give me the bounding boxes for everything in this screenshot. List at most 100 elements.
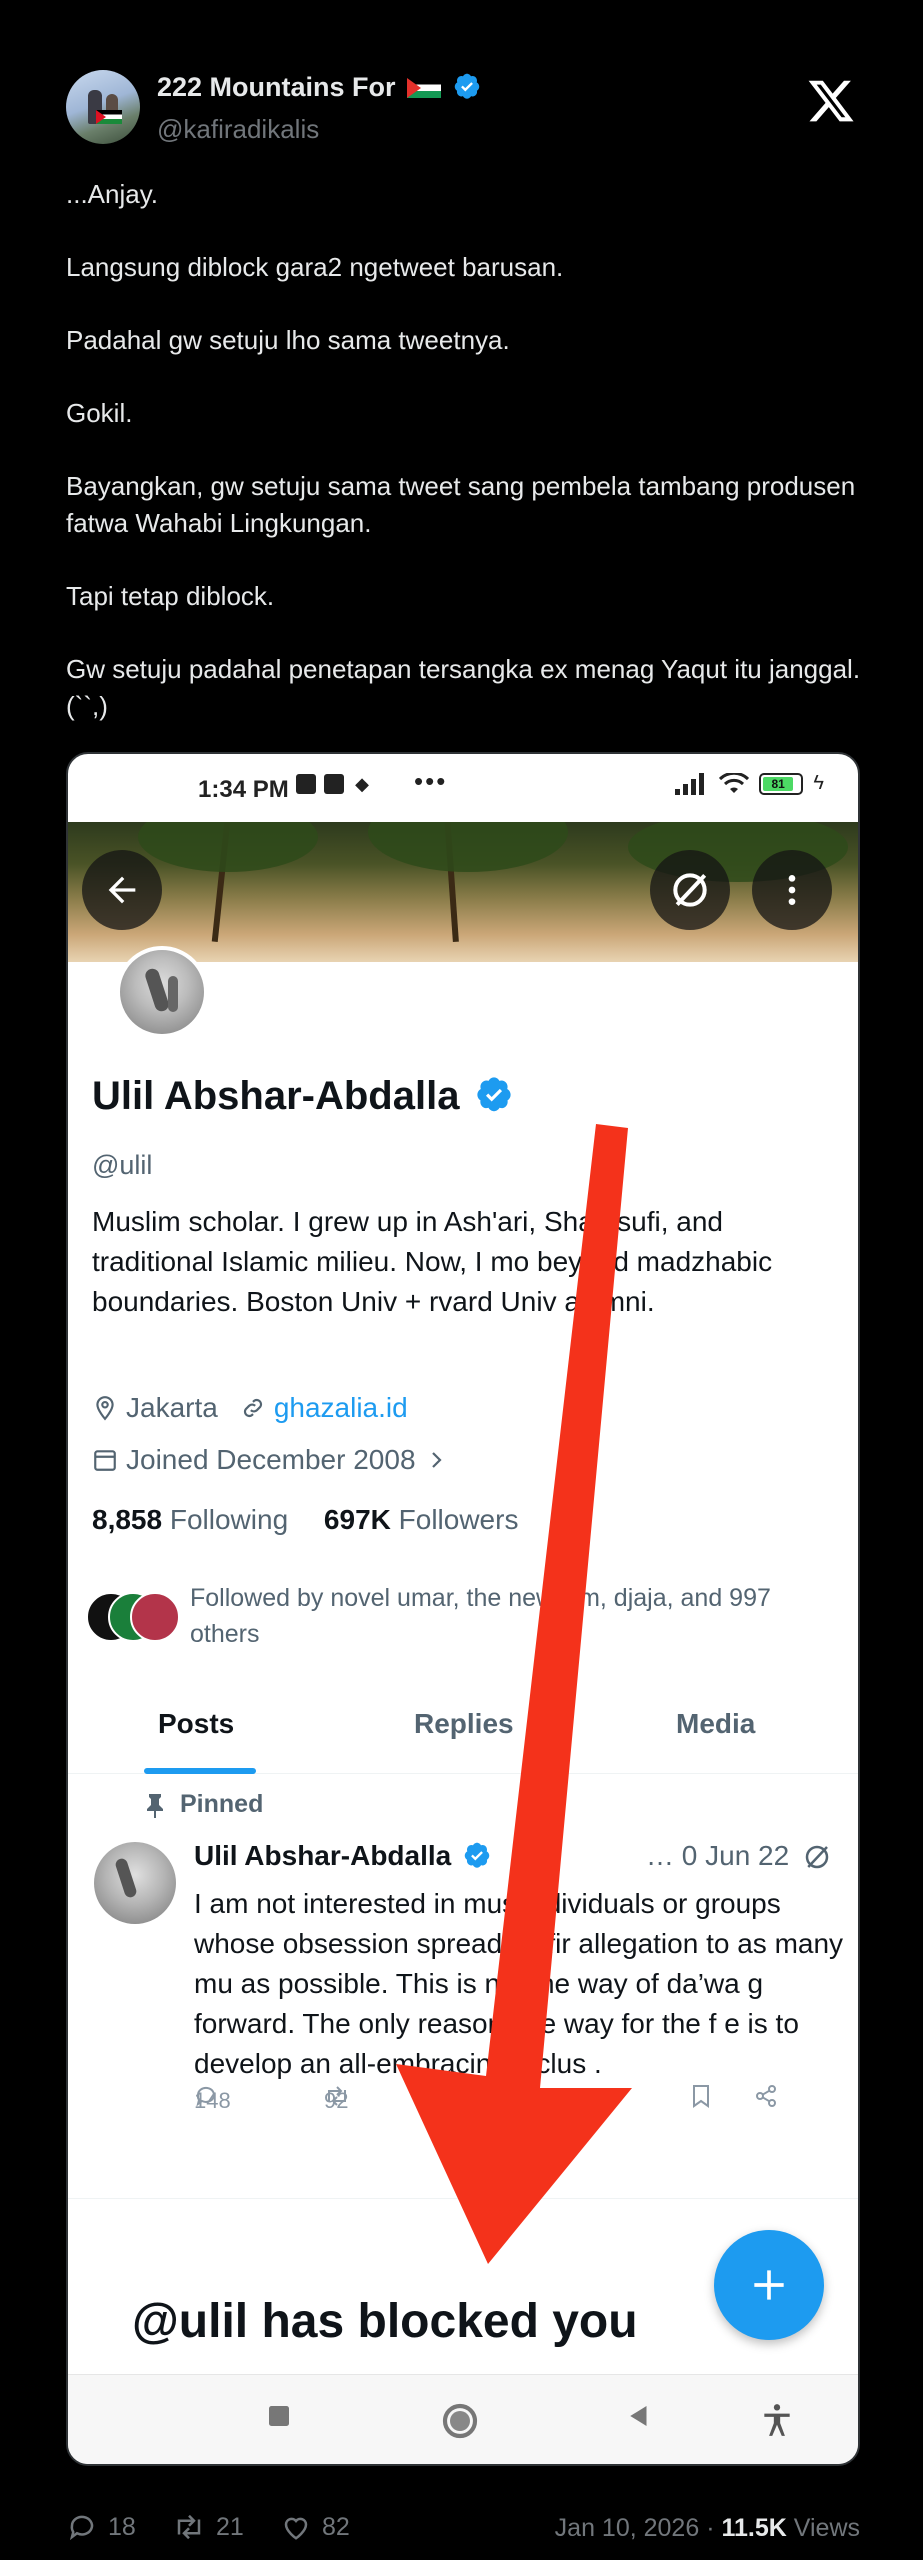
tab-media[interactable]: Media [676, 1708, 755, 1740]
author-handle[interactable]: @kafiradikalis [157, 114, 319, 145]
author-name-text[interactable]: 222 Mountains For [157, 72, 396, 102]
signal-icon [675, 772, 705, 795]
status-right: 81 ϟ [675, 772, 824, 795]
grok-icon [673, 873, 707, 907]
post-body: I am not interested in mus individuals o… [194, 1888, 844, 2079]
active-tab-indicator [144, 1768, 256, 1774]
blocked-message: @ulil has blocked you [132, 2295, 638, 2348]
repost-action[interactable]: 92 [324, 2084, 350, 2113]
tweet-paragraph: Langsung diblock gara2 ngetweet barusan. [66, 252, 564, 282]
embedded-screenshot[interactable]: 1:34 PM ◆ ••• 81 ϟ Ulil Abshar-Abdalla @… [66, 752, 860, 2466]
views-count: 11.5K [721, 2514, 787, 2542]
android-nav-bar [68, 2374, 858, 2464]
post-meta: … 0 Jun 22 [646, 1840, 790, 1871]
verified-badge-icon [454, 73, 479, 99]
tweet-paragraph: ...Anjay. [66, 179, 159, 209]
following-count: 8,858 [92, 1504, 163, 1535]
tweet-paragraph: Bayangkan, gw setuju sama tweet sang pem… [66, 471, 856, 538]
profile-location-row: Jakarta ghazalia.id [92, 1392, 408, 1424]
notification-icons: ◆ [296, 774, 372, 794]
link-icon [243, 1398, 262, 1418]
like-action[interactable]: 82 [280, 2512, 350, 2542]
tweet-paragraph: Padahal gw setuju lho sama tweetnya. [66, 325, 510, 355]
tab-replies[interactable]: Replies [414, 1708, 514, 1740]
repost-icon [177, 2514, 201, 2540]
tweet-header: 222 Mountains For @kafiradikalis [66, 68, 866, 150]
grok-button[interactable] [650, 850, 730, 930]
phone-status-bar: 1:34 PM ◆ ••• 81 ϟ [68, 754, 858, 822]
profile-name: Ulil Abshar-Abdalla [92, 1074, 513, 1119]
followed-by-row[interactable]: Followed by novel umar, the new zim, dja… [86, 1580, 826, 1660]
profile-tabs: Posts Replies Media [68, 1692, 858, 1774]
author-avatar[interactable] [66, 70, 140, 144]
back-triangle-icon[interactable] [624, 2401, 654, 2431]
profile-joined-row[interactable]: Joined December 2008 [92, 1444, 448, 1476]
reply-action[interactable]: 148 [194, 2084, 231, 2113]
separator: · [699, 2514, 722, 2542]
bookmark-action[interactable] [690, 2084, 712, 2108]
profile-location: Jakarta [126, 1392, 218, 1423]
repost-count: 92 [324, 2088, 349, 2113]
accessibility-icon[interactable] [758, 2401, 796, 2439]
trash-icon [296, 774, 316, 794]
tweet-date[interactable]: Jan 10, 2026 [555, 2514, 700, 2542]
compose-post-button[interactable] [714, 2230, 824, 2340]
follow-stats: 8,858 Following 697K Followers [92, 1504, 518, 1536]
home-icon[interactable] [440, 2401, 480, 2441]
battery-icon: 81 [759, 772, 804, 795]
more-vertical-icon [788, 875, 796, 905]
verified-badge-icon [464, 1842, 490, 1868]
following-label: Following [169, 1504, 289, 1535]
grok-icon[interactable] [802, 1842, 832, 1872]
heart-icon [284, 2517, 308, 2540]
profile-bio: Muslim scholar. I grew up in Ash'ari, Sh… [92, 1206, 773, 1317]
profile-banner [68, 822, 858, 962]
message-icon [324, 774, 344, 794]
arrow-left-icon [108, 876, 136, 904]
tweet-text: ...Anjay. Langsung diblock gara2 ngetwee… [66, 176, 876, 725]
followers-stat[interactable]: 697K Followers [324, 1504, 519, 1535]
more-options-button[interactable] [752, 850, 832, 930]
tweet-timestamp-views: Jan 10, 2026 · 11.5K Views [555, 2514, 860, 2543]
followed-by-text: Followed by novel umar, the new zim, dja… [190, 1584, 771, 1648]
x-logo-icon[interactable] [804, 76, 858, 126]
profile-handle: @ulil [92, 1150, 153, 1180]
profile-joined: Joined December 2008 [126, 1444, 416, 1475]
profile-avatar[interactable] [116, 946, 208, 1038]
follower-avatars [86, 1592, 186, 1644]
repost-count: 21 [216, 2512, 244, 2541]
profile-name-text: Ulil Abshar-Abdalla [92, 1074, 460, 1118]
share-action[interactable] [754, 2084, 778, 2108]
post-avatar[interactable] [94, 1842, 176, 1924]
calendar-icon [94, 1450, 116, 1471]
status-time: 1:34 PM [198, 776, 289, 803]
reply-count: 148 [194, 2088, 231, 2113]
reply-action[interactable]: 18 [66, 2512, 136, 2542]
tweet-paragraph: Tapi tetap diblock. [66, 581, 275, 611]
tab-posts[interactable]: Posts [158, 1708, 234, 1740]
more-notifications-icon: ••• [414, 766, 448, 796]
follower-avatar [130, 1592, 180, 1642]
pinned-label: Pinned [144, 1790, 263, 1819]
post-header: Ulil Abshar-Abdalla … 0 Jun 22 [194, 1840, 844, 1872]
tweet-paragraph: Gw setuju padahal penetapan tersangka ex… [66, 654, 861, 721]
reply-count: 18 [108, 2512, 136, 2541]
author-name[interactable]: 222 Mountains For [157, 72, 481, 103]
verified-badge-icon [476, 1077, 511, 1112]
charging-icon: ϟ [813, 772, 824, 794]
palestine-flag-icon [407, 78, 442, 98]
pin-icon [147, 1793, 163, 1818]
post-actions: 148 92 [194, 2080, 834, 2116]
following-stat[interactable]: 8,858 Following [92, 1504, 288, 1535]
location-pin-icon [96, 1396, 114, 1421]
back-button[interactable] [82, 850, 162, 930]
followers-label: Followers [398, 1504, 519, 1535]
recents-icon[interactable] [264, 2401, 294, 2431]
profile-website-link[interactable]: ghazalia.id [274, 1392, 408, 1424]
repost-action[interactable]: 21 [172, 2512, 244, 2542]
post-author[interactable]: Ulil Abshar-Abdalla [194, 1840, 451, 1871]
reply-icon [69, 2515, 94, 2541]
tweet-footer: 18 21 82 Jan 10, 2026 · 11.5K Views [66, 2508, 860, 2552]
chevron-right-icon [431, 1452, 442, 1468]
pinned-text: Pinned [180, 1790, 264, 1818]
